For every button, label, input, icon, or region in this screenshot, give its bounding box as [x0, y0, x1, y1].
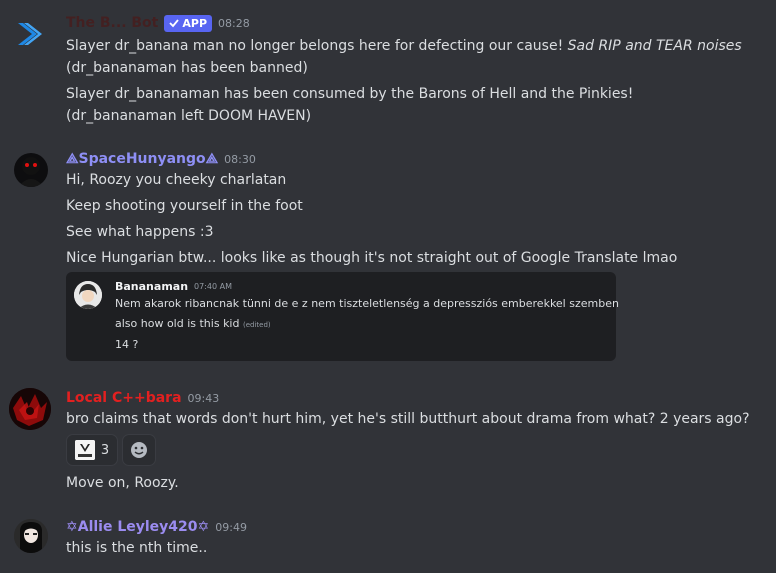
avatar[interactable]: [9, 388, 51, 430]
timestamp[interactable]: 09:43: [188, 392, 220, 405]
message-line: See what happens :3: [66, 224, 214, 240]
message-line: Slayer dr_banana man no longer belongs h…: [66, 38, 742, 54]
message-line: (dr_bananaman left DOOM HAVEN): [66, 108, 312, 124]
timestamp[interactable]: 08:28: [218, 17, 250, 30]
timestamp[interactable]: 08:30: [224, 153, 256, 166]
message-localcppbara: Local C++bara 09:43 bro claims that word…: [0, 388, 776, 498]
quote-author[interactable]: Bananaman: [115, 280, 188, 293]
quote-avatar: [74, 281, 102, 309]
message-header: ⟁SpaceHunyango⟁ 08:30: [66, 149, 256, 169]
quote-line: 14 ?: [115, 338, 139, 351]
line-text: Slayer dr_banana man no longer belongs h…: [66, 38, 564, 54]
line-emphasis: Sad RIP and TEAR noises: [567, 38, 742, 54]
message-line: Hi, Roozy you cheeky charlatan: [66, 172, 287, 188]
message-line: Move on, Roozy.: [66, 475, 179, 491]
message-allieleyley420: ✡Allie Leyley420✡ 09:49 this is the nth …: [0, 517, 776, 567]
message-header: The B... Bot APP 08:28: [66, 13, 250, 33]
message-line: (dr_bananaman has been banned): [66, 60, 308, 76]
quote-header: Bananaman 07:40 AM: [115, 280, 232, 293]
username[interactable]: Local C++bara: [66, 390, 182, 406]
avatar-image: [9, 388, 51, 430]
message-bot: The B... Bot APP 08:28 Slayer dr_banana …: [0, 13, 776, 128]
reaction-count: 3: [100, 442, 110, 458]
message-line: Nice Hungarian btw... looks like as thou…: [66, 250, 678, 266]
bot-chevron-icon: [18, 23, 42, 45]
check-icon: [169, 19, 180, 28]
message-line: bro claims that words don't hurt him, ye…: [66, 411, 750, 427]
quote-avatar-image: [74, 281, 102, 309]
timestamp[interactable]: 09:49: [215, 521, 247, 534]
message-line: Slayer dr_bananaman has been consumed by…: [66, 86, 634, 102]
avatar-image: [18, 157, 44, 187]
custom-emoji-icon: [74, 440, 95, 460]
emoji-image: [74, 440, 95, 460]
app-badge: APP: [164, 14, 213, 32]
avatar[interactable]: [14, 519, 48, 553]
reaction-chip[interactable]: 3: [66, 434, 118, 466]
username[interactable]: ✡Allie Leyley420✡: [66, 519, 209, 535]
username[interactable]: ⟁SpaceHunyango⟁: [66, 151, 218, 167]
avatar[interactable]: [14, 17, 48, 51]
message-header: ✡Allie Leyley420✡ 09:49: [66, 517, 247, 537]
message-line: this is the nth time..: [66, 540, 208, 556]
edited-label: (edited): [242, 321, 271, 329]
add-reaction-button[interactable]: [122, 434, 156, 466]
badge-label: APP: [182, 16, 208, 30]
quote-line: Nem akarok ribancnak tünni de e z nem ti…: [115, 297, 619, 310]
quote-line-text: also how old is this kid: [115, 317, 240, 330]
add-reaction-icon: [131, 442, 147, 458]
message-line: Keep shooting yourself in the foot: [66, 198, 303, 214]
avatar[interactable]: [14, 153, 48, 187]
message-spacehunyango: ⟁SpaceHunyango⟁ 08:30 Hi, Roozy you chee…: [0, 149, 776, 364]
avatar-image: [14, 519, 48, 553]
username[interactable]: The B... Bot: [66, 15, 158, 31]
quote-time: 07:40 AM: [194, 282, 233, 291]
quote-line: also how old is this kid (edited): [115, 317, 271, 330]
message-header: Local C++bara 09:43: [66, 388, 219, 408]
quoted-message[interactable]: Bananaman 07:40 AM Nem akarok ribancnak …: [66, 272, 619, 361]
